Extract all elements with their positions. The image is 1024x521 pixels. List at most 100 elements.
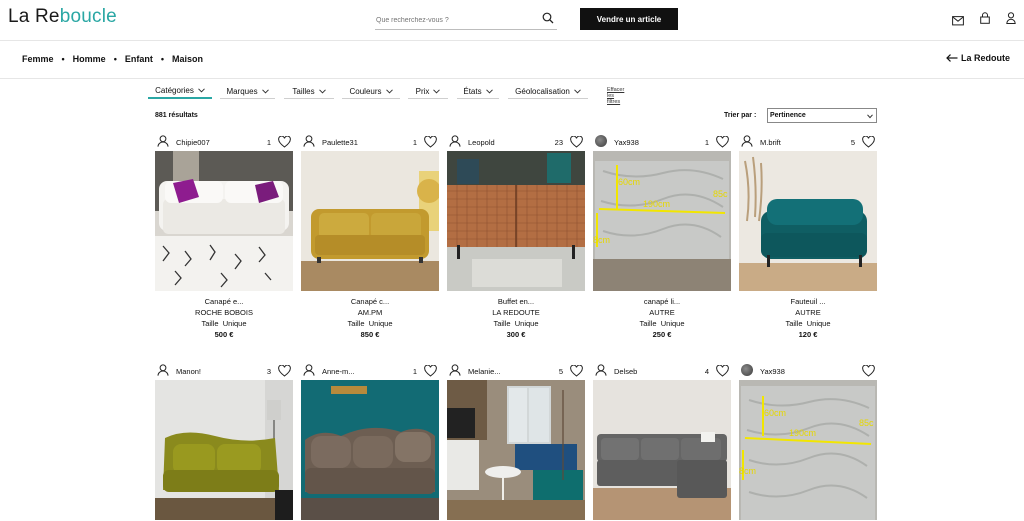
product-card[interactable]: Yax938 1 60cm 190cm 85c 8cm canapé li...…: [593, 134, 731, 339]
sort-label: Trier par :: [724, 112, 757, 119]
filter-condition[interactable]: États: [457, 84, 499, 99]
product-image[interactable]: [155, 380, 293, 520]
product-title[interactable]: Buffet en...: [447, 296, 585, 307]
product-card[interactable]: Yax938 60cm 190cm 85c 8cm: [739, 363, 877, 520]
user-avatar-icon[interactable]: [595, 364, 607, 376]
heart-icon[interactable]: [570, 365, 583, 377]
seller-name[interactable]: Leopold: [468, 138, 495, 147]
chevron-down-icon: [485, 88, 493, 94]
lock-icon[interactable]: [980, 11, 990, 29]
product-brand: ROCHE BOBOIS: [195, 308, 253, 317]
filter-label: Géolocalisation: [515, 86, 570, 96]
seller-name[interactable]: Yax938: [614, 138, 639, 147]
nav-separator: •: [61, 54, 65, 64]
product-card[interactable]: Delseb 4: [593, 363, 731, 520]
nav-enfant[interactable]: Enfant: [125, 54, 153, 64]
product-price: 250 €: [652, 330, 672, 339]
heart-icon[interactable]: [716, 365, 729, 377]
filter-geolocation[interactable]: Géolocalisation: [508, 84, 588, 99]
product-card[interactable]: Chipie007 1 Canapé e... ROCHE BOBOIS Tai…: [155, 134, 293, 339]
product-card[interactable]: Anne-m... 1: [301, 363, 439, 520]
back-link[interactable]: La Redoute: [946, 53, 1010, 63]
seller-name[interactable]: Paulette31: [322, 138, 358, 147]
product-title[interactable]: Canapé c...: [301, 296, 439, 307]
user-avatar-icon[interactable]: [449, 135, 461, 147]
product-brand: AM.PM: [357, 308, 383, 317]
product-title[interactable]: Canapé e...: [155, 296, 293, 307]
seller-name[interactable]: Anne-m...: [322, 367, 355, 376]
nav-separator: •: [113, 54, 117, 64]
size-value: Unique: [806, 319, 831, 328]
filter-sizes[interactable]: Tailles: [284, 84, 334, 99]
heart-icon[interactable]: [278, 136, 291, 148]
user-avatar-photo[interactable]: [595, 135, 607, 147]
image-text-width: 190cm: [643, 199, 670, 209]
product-image[interactable]: [593, 380, 731, 520]
user-avatar-icon[interactable]: [741, 135, 753, 147]
product-card[interactable]: Paulette31 1 Canapé c... AM.PM Taille Un…: [301, 134, 439, 339]
heart-icon[interactable]: [716, 136, 729, 148]
user-avatar-icon[interactable]: [449, 364, 461, 376]
heart-icon[interactable]: [278, 365, 291, 377]
results-count: 881 résultats: [155, 112, 198, 119]
product-image[interactable]: [447, 380, 585, 520]
size-label: Taille: [785, 319, 803, 328]
product-card[interactable]: M.brift 5 Fauteuil ... AUTRE Taille Uniq…: [739, 134, 877, 339]
heart-icon[interactable]: [424, 365, 437, 377]
nav-femme[interactable]: Femme: [22, 54, 54, 64]
heart-icon[interactable]: [424, 136, 437, 148]
seller-name[interactable]: Delseb: [614, 367, 637, 376]
product-image[interactable]: 60cm 190cm 85c 8cm: [593, 151, 731, 291]
filter-price[interactable]: Prix: [408, 84, 448, 99]
product-title[interactable]: Fauteuil ...: [739, 296, 877, 307]
image-text-depth: 60cm: [764, 408, 786, 418]
seller-name[interactable]: Yax938: [760, 367, 785, 376]
card-header: Yax938 1: [593, 134, 731, 150]
search-input[interactable]: [375, 11, 525, 30]
product-size: Taille Unique: [447, 318, 585, 329]
product-image[interactable]: [447, 151, 585, 291]
seller-name[interactable]: Manon!: [176, 367, 201, 376]
product-image[interactable]: 60cm 190cm 85c 8cm: [739, 380, 877, 520]
product-image[interactable]: [301, 151, 439, 291]
sort-select[interactable]: Pertinence: [767, 108, 877, 123]
nav-homme[interactable]: Homme: [73, 54, 106, 64]
user-avatar-icon[interactable]: [303, 364, 315, 376]
product-title[interactable]: canapé li...: [593, 296, 731, 307]
seller-name[interactable]: Melanie...: [468, 367, 501, 376]
card-header: Melanie... 5: [447, 363, 585, 379]
filter-brands[interactable]: Marques: [220, 84, 275, 99]
user-avatar-icon[interactable]: [303, 135, 315, 147]
heart-icon[interactable]: [862, 136, 875, 148]
mail-icon[interactable]: [952, 13, 964, 31]
filter-categories[interactable]: Catégories: [148, 84, 212, 99]
user-avatar-photo[interactable]: [741, 364, 753, 376]
clear-filters-link[interactable]: Effacer les filtres: [607, 87, 624, 105]
product-image[interactable]: [739, 151, 877, 291]
like-count: 1: [412, 367, 417, 376]
search-icon[interactable]: [542, 11, 554, 29]
seller-name[interactable]: Chipie007: [176, 138, 210, 147]
chevron-down-icon: [261, 88, 269, 94]
seller-name[interactable]: M.brift: [760, 138, 781, 147]
user-icon[interactable]: [1006, 11, 1016, 29]
product-info: Fauteuil ... AUTRE Taille Unique 120 €: [739, 296, 877, 340]
nav-maison[interactable]: Maison: [172, 54, 203, 64]
sell-item-button[interactable]: Vendre un article: [580, 8, 678, 30]
product-card[interactable]: Leopold 23 Buffet en... LA REDOUTE Taill…: [447, 134, 585, 339]
like-count: 23: [554, 138, 563, 147]
product-image[interactable]: [301, 380, 439, 520]
product-price: 500 €: [214, 330, 234, 339]
product-brand: AUTRE: [649, 308, 675, 317]
product-size: Taille Unique: [593, 318, 731, 329]
user-avatar-icon[interactable]: [157, 364, 169, 376]
heart-icon[interactable]: [570, 136, 583, 148]
product-card[interactable]: Melanie... 5: [447, 363, 585, 520]
product-card[interactable]: Manon! 3: [155, 363, 293, 520]
filter-colors[interactable]: Couleurs: [342, 84, 400, 99]
logo[interactable]: La Reboucle: [8, 6, 117, 28]
like-count: 1: [412, 138, 417, 147]
heart-icon[interactable]: [862, 365, 875, 377]
user-avatar-icon[interactable]: [157, 135, 169, 147]
product-image[interactable]: [155, 151, 293, 291]
